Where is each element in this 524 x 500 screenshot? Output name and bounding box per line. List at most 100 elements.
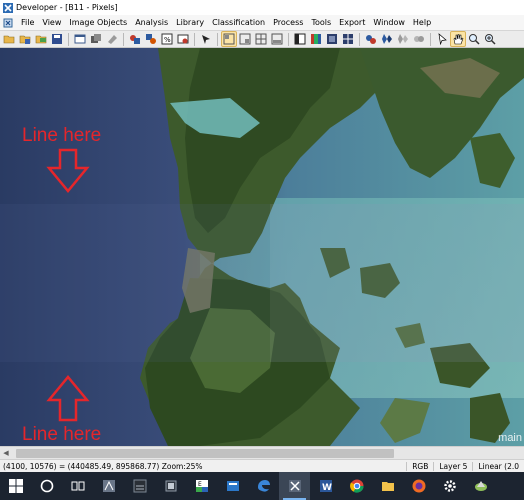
taskbar-edge[interactable] (248, 472, 279, 500)
menu-tools[interactable]: Tools (307, 18, 335, 27)
menu-process[interactable]: Process (269, 18, 307, 27)
task-view-icon (71, 481, 84, 491)
settings-3-icon: % (161, 33, 173, 45)
toolbar-separator (217, 32, 218, 46)
menu-file[interactable]: File (17, 18, 38, 27)
menu-bar: File View Image Objects Analysis Library… (0, 15, 524, 30)
toolbar-separator (359, 32, 360, 46)
taskbar-settings[interactable] (434, 472, 465, 500)
taskbar-app-1[interactable] (93, 472, 124, 500)
task-view-button[interactable] (62, 472, 93, 500)
settings-1-button[interactable] (128, 32, 142, 46)
object-mean-button[interactable] (380, 32, 394, 46)
taskbar-firefox[interactable] (403, 472, 434, 500)
svg-text:%: % (164, 36, 171, 44)
taskbar-file-explorer[interactable] (372, 472, 403, 500)
taskbar-app-5[interactable] (217, 472, 248, 500)
workspace-layout-3-button[interactable] (254, 32, 268, 46)
settings-4-icon (177, 34, 189, 44)
pan-hand-button[interactable] (450, 31, 466, 47)
toolbar-separator (68, 32, 69, 46)
taskbar-word[interactable]: W (310, 472, 341, 500)
menu-library[interactable]: Library (172, 18, 208, 27)
menu-window[interactable]: Window (369, 18, 409, 27)
workspace-layout-4-button[interactable] (270, 32, 284, 46)
open-image-button[interactable] (34, 32, 48, 46)
workspace-layout-2-button[interactable] (238, 32, 252, 46)
workspace-layout-1-button[interactable] (221, 31, 237, 47)
dark-app-icon (133, 479, 146, 493)
taskbar: E W (0, 472, 524, 500)
skeleton-view-button[interactable] (412, 32, 426, 46)
workspace-layout-3-icon (255, 33, 267, 45)
menu-view[interactable]: View (38, 18, 65, 27)
outline-view-button[interactable] (341, 32, 355, 46)
taskbar-chrome[interactable] (341, 472, 372, 500)
chrome-icon (349, 479, 364, 493)
taskbar-app-2[interactable] (124, 472, 155, 500)
settings-2-button[interactable] (144, 32, 158, 46)
edge-browser-icon (257, 480, 270, 492)
firefox-icon (412, 479, 425, 493)
workspace-layout-4-icon (271, 33, 283, 45)
save-image-button[interactable] (50, 32, 64, 46)
scroll-thumb[interactable] (16, 448, 394, 458)
windows-start-icon (8, 479, 23, 493)
word-icon: W (319, 480, 332, 493)
view-layers-button[interactable] (89, 32, 103, 46)
taskbar-app-3[interactable] (155, 472, 186, 500)
horizontal-scrollbar[interactable]: ◀ (0, 446, 524, 459)
zoom-button[interactable] (467, 32, 481, 46)
polygon-view-icon (398, 34, 408, 44)
taskbar-app-4[interactable]: E (186, 472, 217, 500)
save-image-icon (52, 34, 62, 44)
single-view-button[interactable] (293, 32, 307, 46)
search-button[interactable] (31, 472, 62, 500)
pixel-view-button[interactable] (325, 32, 339, 46)
toolbar-separator (123, 32, 124, 46)
settings-3-button[interactable]: % (160, 32, 174, 46)
taskbar-geo-app[interactable] (465, 472, 496, 500)
skeleton-view-icon (414, 36, 424, 42)
open-project-button[interactable] (2, 32, 16, 46)
ecognition-icon: E (195, 480, 208, 492)
settings-4-button[interactable] (176, 32, 190, 46)
menu-export[interactable]: Export (335, 18, 369, 27)
status-bar: (4100, 10576) = (440485.49, 895868.77) Z… (0, 459, 524, 472)
menu-classification[interactable]: Classification (208, 18, 269, 27)
main-toolbar: % (0, 30, 524, 48)
title-bar: Developer - [B11 - Pixels] (0, 0, 524, 15)
active-layer-status: Layer 5 (433, 461, 472, 471)
taskbar-developer[interactable] (279, 472, 310, 500)
layer-mix-button[interactable] (309, 32, 323, 46)
pointer-select-button[interactable] (435, 32, 449, 46)
zoom-in-button[interactable] (483, 32, 497, 46)
scroll-track[interactable] (12, 448, 524, 458)
pointer-arrow-button[interactable] (199, 32, 213, 46)
polygon-view-button[interactable] (396, 32, 410, 46)
annotation-bottom: Line here (22, 424, 102, 445)
window-title: Developer - [B11 - Pixels] (16, 3, 118, 12)
open-image-icon (35, 35, 47, 44)
save-project-button[interactable] (18, 32, 32, 46)
classification-view-icon (366, 35, 376, 44)
object-mean-icon (382, 34, 392, 44)
menu-help[interactable]: Help (409, 18, 435, 27)
scroll-left-icon[interactable]: ◀ (0, 447, 12, 459)
menu-analysis[interactable]: Analysis (131, 18, 172, 27)
geo-app-icon (474, 481, 487, 491)
new-window-button[interactable] (73, 32, 87, 46)
delete-button[interactable] (105, 32, 119, 46)
developer-app-icon (288, 480, 301, 492)
annotation-top: Line here (22, 125, 102, 146)
gear-icon (443, 480, 456, 492)
svg-text:E: E (198, 481, 202, 488)
layer-mix-icon (311, 34, 321, 44)
image-viewport[interactable]: Line here Line here main (0, 48, 524, 446)
menu-image-objects[interactable]: Image Objects (65, 18, 131, 27)
mdi-window-icon[interactable] (3, 18, 13, 28)
classification-view-button[interactable] (364, 32, 378, 46)
workspace-layout-2-icon (239, 33, 251, 45)
settings-1-icon (130, 35, 140, 44)
start-button[interactable] (0, 472, 31, 500)
